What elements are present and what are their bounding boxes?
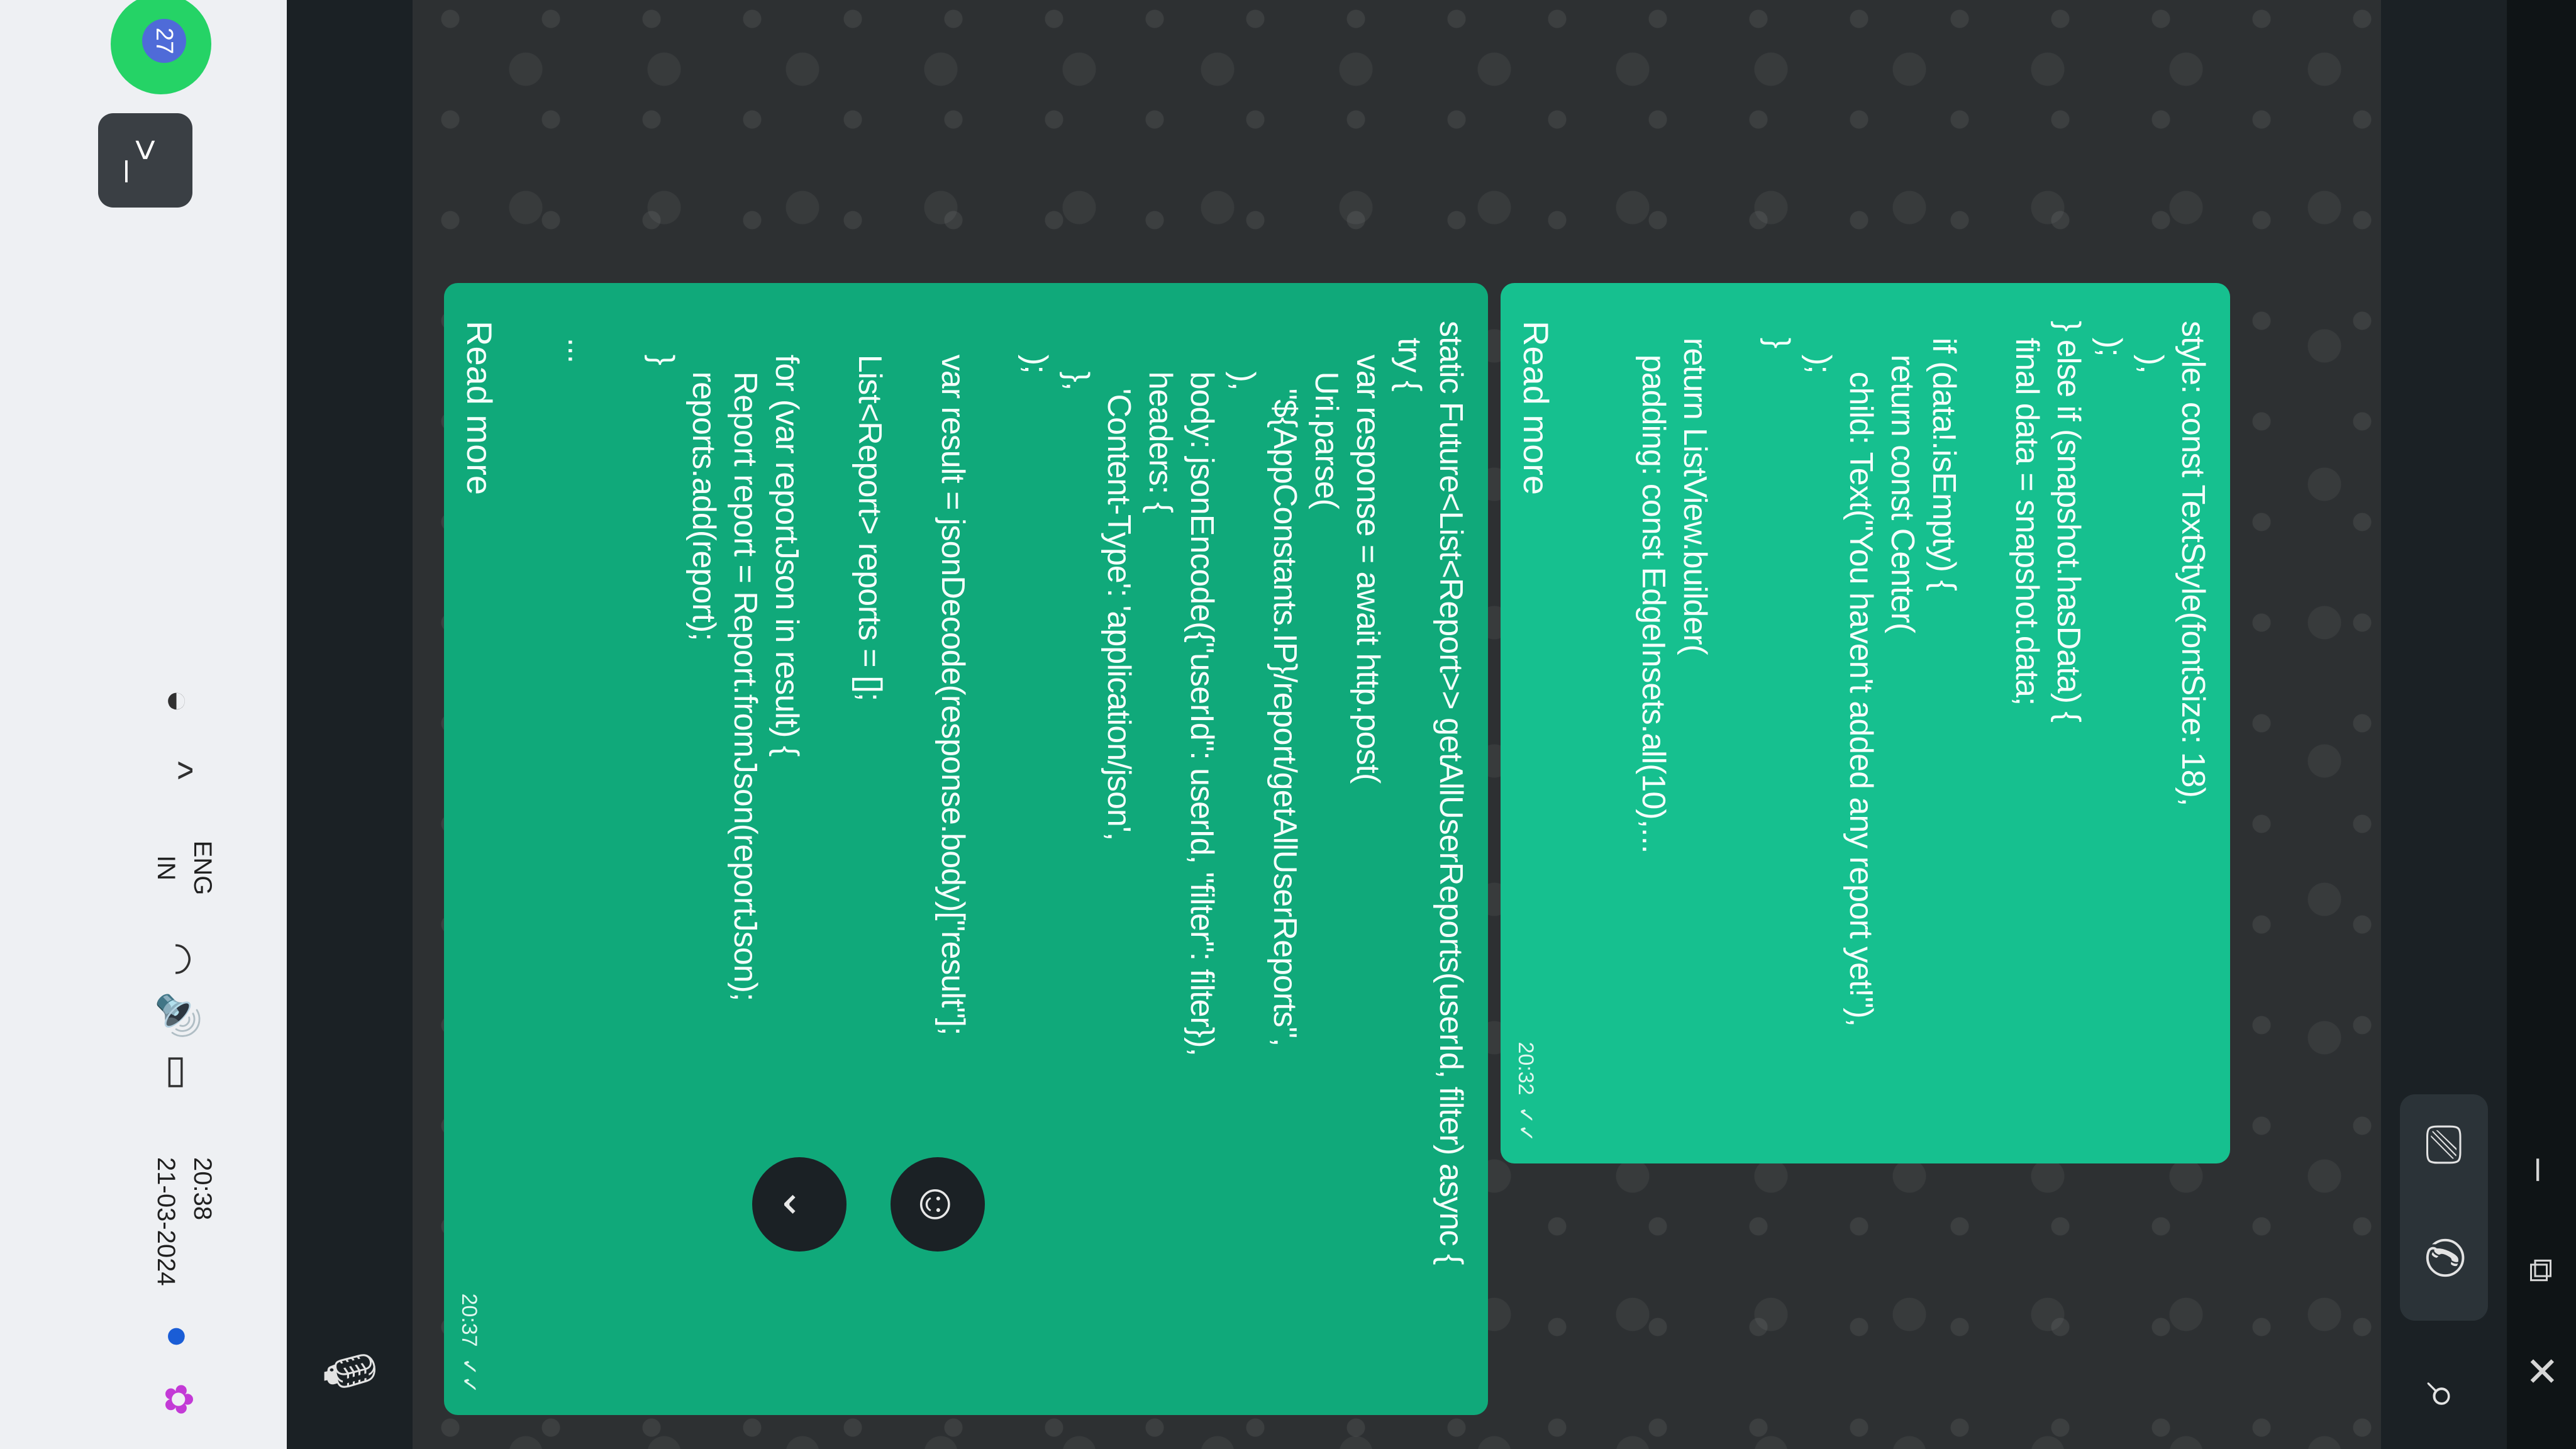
read-more-link[interactable]: Read more [1516,321,1557,495]
maximize-button[interactable]: ⧉ [2518,1233,2565,1308]
double-check-icon: ✓✓ [457,1358,481,1394]
rotated-screen: – ⧉ ✕ ⎚ ✆ ⌕ style: const TextStyle(fontS… [0,0,2576,1449]
message-bubble[interactable]: style: const TextStyle(fontSize: 18), ),… [1501,283,2230,1163]
read-more-link[interactable]: Read more [459,321,500,495]
message-composer: 🎙 [287,0,413,1449]
clock-time[interactable]: 20:38 [187,1157,218,1220]
message-code: static Future<List<Report>> getAllUserRe… [561,321,1469,1265]
emoji-icon[interactable]: ☺ [891,1157,985,1252]
microphone-icon[interactable]: 🎙 [312,1333,387,1409]
video-call-icon[interactable]: ⎚ [2406,1107,2482,1182]
search-icon[interactable]: ⌕ [2406,1358,2482,1434]
chat-header: ⎚ ✆ ⌕ [2381,0,2507,1449]
double-check-icon: ✓✓ [1514,1106,1538,1142]
battery-icon[interactable]: ▭ [150,1044,206,1101]
scroll-down-icon[interactable]: ⌄ [752,1157,847,1252]
volume-icon[interactable]: 🔊 [150,987,206,1044]
voice-call-icon[interactable]: ✆ [2406,1220,2482,1296]
chat-area[interactable]: style: const TextStyle(fontSize: 18), ),… [413,0,2381,1449]
copilot-icon[interactable]: ✿ [150,1371,206,1428]
whatsapp-taskbar-icon[interactable]: ✆ 27 [111,0,211,94]
message-time: 20:37 [457,1293,481,1347]
message-time: 20:32 [1514,1041,1538,1096]
window-titlebar: – ⧉ ✕ [2507,0,2576,1449]
security-icon[interactable]: ◒ [150,673,206,730]
input-region[interactable]: IN [151,824,181,912]
message-bubble[interactable]: static Future<List<Report>> getAllUserRe… [444,283,1488,1415]
call-controls: ⎚ ✆ [2400,1094,2488,1321]
chevron-up-icon[interactable]: ^ [150,742,206,799]
notification-icon[interactable]: ● [150,1308,206,1365]
unread-badge: 27 [142,19,186,63]
message-meta: 20:37 ✓✓ [457,1293,482,1394]
terminal-taskbar-icon[interactable]: >_ [98,113,192,208]
input-language[interactable]: ENG [187,824,218,912]
close-button[interactable]: ✕ [2518,1333,2565,1409]
message-meta: 20:32 ✓✓ [1513,1041,1538,1142]
message-code: style: const TextStyle(fontSize: 18), ),… [1635,321,2211,1027]
minimize-button[interactable]: – [2518,1132,2565,1208]
wifi-icon[interactable]: ◠ [150,931,206,987]
taskbar: ✆ 27 >_ ◒ ^ ENG IN ◠ 🔊 ▭ 20:38 21-03-202… [0,0,287,1449]
clock-date[interactable]: 21-03-2024 [151,1157,181,1286]
